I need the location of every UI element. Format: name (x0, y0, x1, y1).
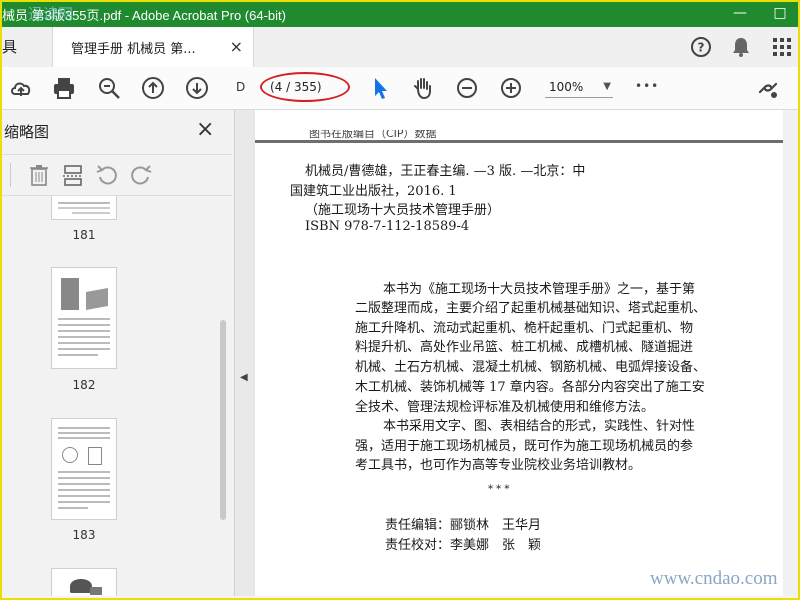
rotate-left-icon[interactable] (94, 163, 120, 187)
print-icon[interactable] (51, 75, 77, 101)
body-line: 二版整理而成，主要介绍了起重机械基础知识、塔式起重机、 (355, 301, 707, 316)
page-top-cut-text: 图书在版编目（CIP）数据 (309, 130, 437, 140)
viewer-scrollbar[interactable] (783, 110, 798, 596)
document-viewer: 图书在版编目（CIP）数据 机械员/曹德雄，王正春主编. —3 版. —北京：中… (253, 110, 798, 596)
body-line: 考工具书，也可作为高等专业院校业务培训教材。 (355, 458, 642, 473)
page-highlight-circle (260, 72, 350, 102)
cip-line: 国建筑工业出版社，2016. 1 (290, 184, 457, 199)
sidebar-toolbar (0, 154, 232, 196)
cip-line: ISBN 978-7-112-18589-4 (305, 219, 470, 234)
sidebar-scrollbar[interactable] (218, 200, 228, 596)
page-top-rule (255, 140, 783, 143)
watermark-top: 迅读网 (28, 5, 74, 23)
hand-tool-icon[interactable] (410, 75, 436, 101)
apps-grid-icon[interactable] (770, 35, 794, 59)
toolbar-divider (10, 163, 11, 187)
extract-pages-icon[interactable] (60, 163, 86, 187)
thumbnail-page-184[interactable] (51, 568, 117, 596)
sidebar-scroll-thumb[interactable] (220, 320, 226, 520)
pdf-page: 图书在版编目（CIP）数据 机械员/曹德雄，王正春主编. —3 版. —北京：中… (255, 110, 783, 596)
collapse-panel-icon[interactable]: ◀ (240, 372, 248, 383)
more-tools-icon[interactable]: ••• (635, 79, 659, 93)
main-toolbar: D (4 / 355) 100% ▼ ••• (0, 67, 800, 110)
thumbnail-label: 181 (72, 228, 96, 242)
page-field-prefix: D (236, 80, 246, 94)
previous-page-icon[interactable] (140, 75, 166, 101)
select-cursor-icon[interactable] (367, 75, 393, 101)
thumbnail-page-182[interactable] (51, 267, 117, 369)
proofreader-line: 责任校对：李美娜 张 颖 (385, 538, 542, 553)
panel-splitter[interactable]: ◀ (235, 110, 253, 596)
tab-close-icon[interactable]: × (230, 37, 243, 56)
maximize-button[interactable]: □ (760, 0, 800, 27)
watermark-bottom: www.cndao.com (650, 568, 778, 589)
zoom-search-icon[interactable] (96, 75, 122, 101)
bell-icon[interactable] (729, 35, 753, 59)
sidebar-close-icon[interactable]: × (196, 117, 214, 142)
tab-document[interactable]: 管理手册 机械员 第... × (52, 27, 254, 67)
body-line: 料提升机、高处作业吊篮、桩工机械、成槽机械、隧道掘进 (355, 340, 694, 355)
thumbnail-sidebar: 缩略图 × 181 182 183 (0, 110, 235, 596)
chevron-down-icon: ▼ (603, 81, 611, 92)
section-stars: * * * (488, 484, 510, 495)
minimize-button[interactable]: — (720, 0, 760, 27)
sidebar-title: 缩略图 (4, 123, 50, 141)
thumbnail-label: 182 (72, 378, 96, 392)
body-line: 木工机械、装饰机械等 17 章内容。各部分内容突出了施工安 (355, 380, 705, 395)
zoom-in-icon[interactable] (498, 75, 524, 101)
tab-document-label: 管理手册 机械员 第... (71, 42, 196, 57)
zoom-level-select[interactable]: 100% ▼ (545, 76, 613, 98)
zoom-level-value: 100% (549, 80, 584, 94)
editor-line: 责任编辑：郦锁林 王华月 (385, 518, 542, 533)
share-link-icon[interactable] (755, 75, 781, 101)
cloud-upload-icon[interactable] (8, 75, 34, 101)
thumbnail-list: 181 182 183 (0, 196, 220, 596)
tab-bar: 具 管理手册 机械员 第... × ? (0, 27, 800, 68)
zoom-out-icon[interactable] (454, 75, 480, 101)
body-line: 施工升降机、流动式起重机、桅杆起重机、门式起重机、物 (355, 321, 694, 336)
body-line: 全技术、管理法规检评标准及机械使用和维修方法。 (355, 400, 655, 415)
svg-text:?: ? (698, 41, 705, 55)
rotate-right-icon[interactable] (128, 163, 154, 187)
cip-line: 机械员/曹德雄，王正春主编. —3 版. —北京：中 (305, 164, 586, 179)
window-titlebar: 械员 第3版355页.pdf - Adobe Acrobat Pro (64-b… (0, 0, 800, 27)
thumbnail-page-183[interactable] (51, 418, 117, 520)
tab-tools[interactable]: 具 (0, 27, 52, 67)
help-icon[interactable]: ? (689, 35, 713, 59)
trash-icon[interactable] (26, 163, 52, 187)
next-page-icon[interactable] (184, 75, 210, 101)
body-line: 本书采用文字、图、表相结合的形式，实践性、针对性 (383, 419, 696, 434)
thumbnail-label: 183 (72, 528, 96, 542)
thumbnail-page-181[interactable] (51, 196, 117, 220)
cip-line: （施工现场十大员技术管理手册） (305, 203, 501, 218)
body-line: 强，适用于施工现场机械员，既可作为施工现场机械员的参 (355, 439, 694, 454)
body-line: 机械、土石方机械、混凝土机械、钢筋机械、电弧焊接设备、 (355, 360, 707, 375)
body-line: 本书为《施工现场十大员技术管理手册》之一，基于第 (383, 282, 696, 297)
